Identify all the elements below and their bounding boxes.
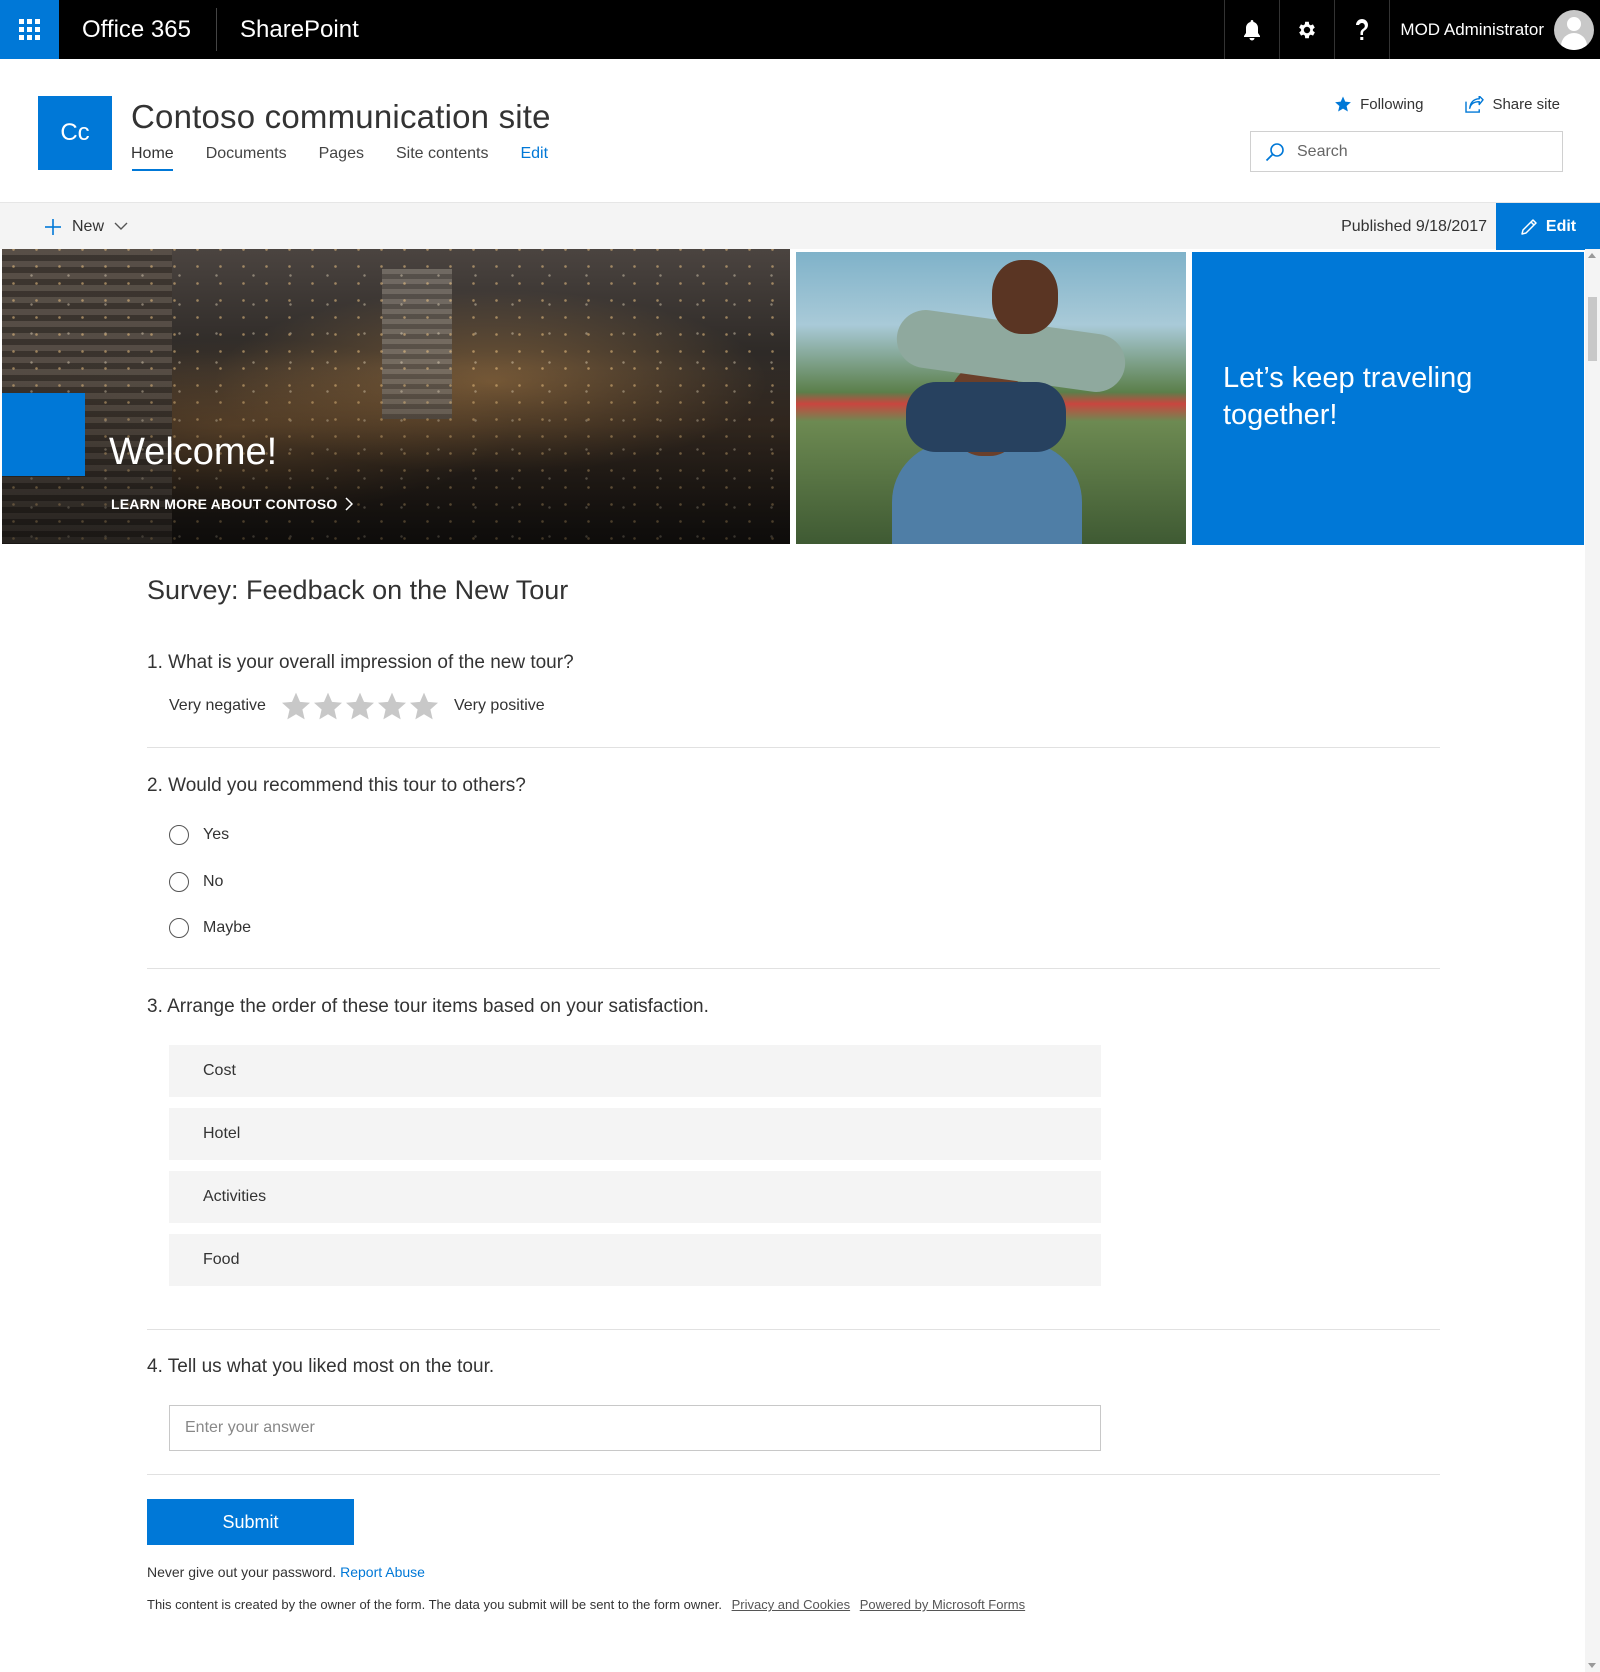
question-4-title: 4. Tell us what you liked most on the to… bbox=[147, 1356, 495, 1377]
search-input[interactable] bbox=[1297, 142, 1547, 161]
site-navigation: Home Documents Pages Site contents Edit bbox=[131, 145, 580, 171]
rating-low-label: Very negative bbox=[169, 697, 266, 714]
radio-label: Yes bbox=[203, 826, 230, 843]
page-scrollbar[interactable] bbox=[1585, 249, 1600, 1672]
star-icon[interactable] bbox=[408, 690, 440, 722]
settings-button[interactable] bbox=[1279, 0, 1334, 59]
privacy-cookies-link[interactable]: Privacy and Cookies bbox=[732, 1597, 851, 1612]
ranking-item-activities[interactable]: Activities bbox=[169, 1171, 1101, 1223]
nav-documents[interactable]: Documents bbox=[206, 145, 287, 171]
nav-home[interactable]: Home bbox=[131, 145, 174, 171]
suite-bar: Office 365 SharePoint MOD Administrator bbox=[0, 0, 1600, 59]
star-icon[interactable] bbox=[280, 690, 312, 722]
help-button[interactable] bbox=[1334, 0, 1389, 59]
help-icon bbox=[1356, 18, 1369, 40]
star-icon[interactable] bbox=[344, 690, 376, 722]
office-365-link[interactable]: Office 365 bbox=[82, 0, 191, 59]
chevron-down-icon bbox=[114, 222, 128, 230]
following-button[interactable]: Following bbox=[1334, 95, 1423, 113]
sharepoint-link[interactable]: SharePoint bbox=[240, 0, 359, 59]
app-launcher-icon bbox=[19, 19, 40, 40]
share-site-button[interactable]: Share site bbox=[1465, 95, 1560, 113]
scroll-down-icon[interactable] bbox=[1588, 1663, 1596, 1668]
radio-option-no[interactable]: No bbox=[169, 872, 223, 892]
radio-option-yes[interactable]: Yes bbox=[169, 825, 229, 845]
section-divider bbox=[147, 747, 1440, 748]
suite-divider bbox=[216, 8, 217, 51]
password-warning: Never give out your password. Report Abus… bbox=[147, 1564, 425, 1580]
star-icon bbox=[1335, 96, 1351, 112]
gear-icon bbox=[1299, 21, 1316, 38]
section-divider bbox=[147, 1329, 1440, 1330]
powered-by-forms-link[interactable]: Powered by Microsoft Forms bbox=[860, 1597, 1025, 1612]
learn-more-link[interactable]: LEARN MORE ABOUT CONTOSO bbox=[111, 496, 354, 512]
rating-control: Very negative Very positive bbox=[169, 690, 545, 722]
survey-form: Survey: Feedback on the New Tour 1. What… bbox=[147, 575, 1440, 1612]
submit-button[interactable]: Submit bbox=[147, 1499, 354, 1545]
radio-option-maybe[interactable]: Maybe bbox=[169, 918, 251, 938]
radio-label: Maybe bbox=[203, 919, 252, 936]
user-name: MOD Administrator bbox=[1400, 19, 1544, 39]
share-site-label: Share site bbox=[1492, 95, 1560, 113]
question-3-title: 3. Arrange the order of these tour items… bbox=[147, 996, 709, 1017]
search-icon bbox=[1265, 142, 1284, 161]
avatar-icon bbox=[1554, 9, 1594, 50]
chevron-right-icon bbox=[345, 497, 354, 511]
rating-high-label: Very positive bbox=[453, 697, 545, 714]
question-1-title: 1. What is your overall impression of th… bbox=[147, 652, 574, 673]
scroll-up-icon[interactable] bbox=[1588, 253, 1596, 258]
notifications-button[interactable] bbox=[1224, 0, 1279, 59]
bell-icon bbox=[1244, 19, 1261, 40]
password-note: Never give out your password. bbox=[147, 1564, 337, 1580]
new-label: New bbox=[72, 217, 105, 235]
nav-pages[interactable]: Pages bbox=[319, 145, 364, 171]
hero-tile-text: Let’s keep traveling together! bbox=[1223, 362, 1473, 431]
question-2-title: 2. Would you recommend this tour to othe… bbox=[147, 775, 526, 796]
published-status: Published 9/18/2017 bbox=[1341, 218, 1487, 235]
edit-page-button[interactable]: Edit bbox=[1496, 203, 1600, 250]
new-button[interactable]: New bbox=[44, 203, 138, 250]
hero-text-tile[interactable]: Let’s keep traveling together! bbox=[1192, 252, 1584, 545]
nav-edit-link[interactable]: Edit bbox=[520, 145, 548, 171]
ranking-item-cost[interactable]: Cost bbox=[169, 1045, 1101, 1097]
ranking-item-food[interactable]: Food bbox=[169, 1234, 1101, 1286]
edit-label: Edit bbox=[1545, 217, 1577, 235]
form-disclaimer: This content is created by the owner of … bbox=[147, 1597, 1025, 1612]
site-title[interactable]: Contoso communication site bbox=[131, 98, 551, 136]
survey-title: Survey: Feedback on the New Tour bbox=[147, 575, 569, 605]
section-divider bbox=[147, 968, 1440, 969]
share-icon bbox=[1465, 95, 1485, 113]
radio-button[interactable] bbox=[169, 825, 189, 845]
star-icon[interactable] bbox=[376, 690, 408, 722]
radio-button[interactable] bbox=[169, 872, 189, 892]
answer-input[interactable] bbox=[169, 1405, 1101, 1451]
ranking-item-hotel[interactable]: Hotel bbox=[169, 1108, 1101, 1160]
user-menu[interactable]: MOD Administrator bbox=[1389, 0, 1600, 59]
report-abuse-link[interactable]: Report Abuse bbox=[340, 1564, 425, 1580]
section-divider bbox=[147, 1474, 1440, 1475]
command-bar: New Published 9/18/2017 Edit bbox=[0, 202, 1600, 250]
scroll-thumb[interactable] bbox=[1588, 297, 1597, 361]
nav-site-contents[interactable]: Site contents bbox=[396, 145, 489, 171]
radio-button[interactable] bbox=[169, 918, 189, 938]
following-label: Following bbox=[1360, 95, 1424, 113]
plus-icon bbox=[45, 218, 61, 235]
hero-title: Welcome! bbox=[109, 431, 278, 473]
disclaimer-text: This content is created by the owner of … bbox=[147, 1597, 722, 1612]
app-launcher-button[interactable] bbox=[0, 0, 59, 59]
rating-stars bbox=[280, 690, 440, 722]
learn-more-label: LEARN MORE ABOUT CONTOSO bbox=[111, 496, 338, 512]
site-search-box[interactable] bbox=[1250, 131, 1563, 172]
pencil-icon bbox=[1521, 218, 1537, 235]
site-logo[interactable]: Cc bbox=[38, 96, 112, 170]
hero-accent-block bbox=[2, 393, 85, 476]
star-icon[interactable] bbox=[312, 690, 344, 722]
radio-label: No bbox=[203, 873, 224, 890]
hero-photo-tile[interactable] bbox=[796, 252, 1186, 544]
hero-main-tile[interactable]: Welcome! LEARN MORE ABOUT CONTOSO bbox=[2, 249, 790, 544]
